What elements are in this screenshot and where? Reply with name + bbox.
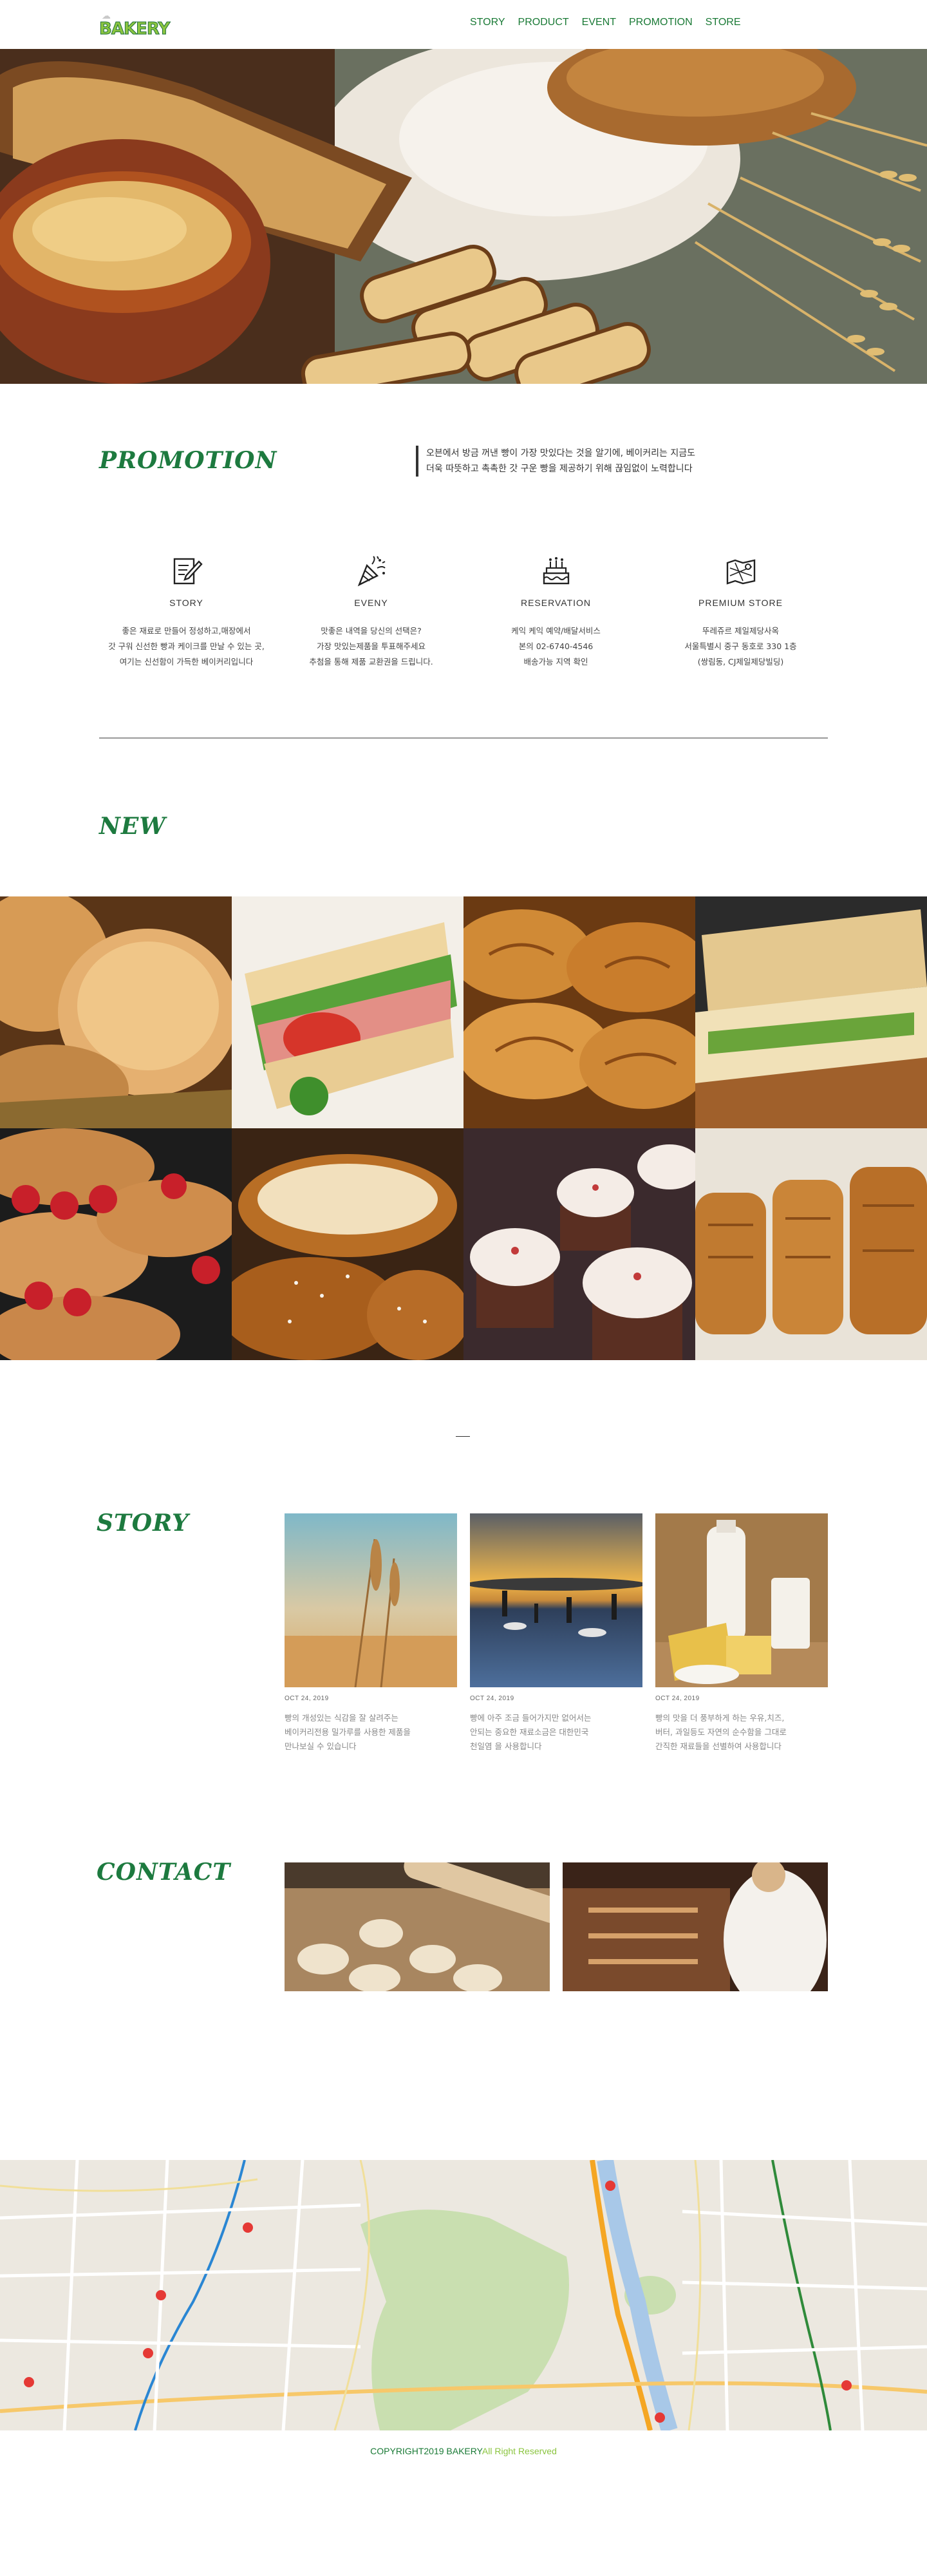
nav-store[interactable]: STORE: [706, 17, 741, 28]
panini-image[interactable]: [695, 896, 927, 1128]
logo-text: BAKERY: [98, 19, 170, 39]
birthday-cake-icon: [543, 557, 569, 585]
feature-reservation[interactable]: RESERVATION 케익 케익 예약/배달서비스 본의 02-6740-45…: [464, 554, 648, 670]
store-map-icon: [726, 559, 755, 585]
feature-text: 좋은 재료로 만들어 정성하고,매장에서 갓 구워 신선한 빵과 케이크를 만날…: [108, 626, 265, 667]
new-title: NEW: [99, 813, 166, 840]
party-popper-icon: [357, 556, 386, 587]
salt-field-image: [470, 1513, 642, 1687]
feature-title: RESERVATION: [520, 598, 592, 608]
story-text: 빵의 맛을 더 풍부하게 하는 우유,치즈, 버터, 과일등도 자연의 순수함을…: [655, 1713, 787, 1751]
main-nav: STORY PRODUCT EVENT PROMOTION STORE: [470, 17, 741, 28]
new-product-gallery: [0, 896, 927, 1360]
site-header: ☁ BAKERY STORY PRODUCT EVENT PROMOTION S…: [0, 0, 927, 49]
section-divider: [99, 737, 828, 739]
croissants-image[interactable]: [464, 896, 695, 1128]
dairy-image: [655, 1513, 828, 1687]
story-card[interactable]: OCT 24, 2019 빵의 맛을 더 풍부하게 하는 우유,치즈, 버터, …: [655, 1513, 828, 1754]
strawberry-croissant-image[interactable]: [0, 1128, 232, 1360]
feature-premium-store[interactable]: PREMIUM STORE 뚜레쥬르 제일제당사옥 서울특별시 중구 동호로 3…: [648, 554, 833, 670]
baker-oven-image: [563, 1862, 828, 1991]
feature-story[interactable]: STORY 좋은 재료로 만들어 정성하고,매장에서 갓 구워 신선한 빵과 케…: [94, 554, 279, 670]
feature-title: EVENY: [354, 598, 388, 608]
section-dash-divider: [456, 1436, 470, 1437]
story-title: STORY: [97, 1510, 189, 1537]
story-card[interactable]: OCT 24, 2019 빵의 개성있는 식감을 잘 살려주는 베이커리전용 밀…: [285, 1513, 457, 1754]
loaf-bread-image[interactable]: [695, 1128, 927, 1360]
feature-title: STORY: [169, 598, 203, 608]
sandwich-image[interactable]: [232, 896, 464, 1128]
story-date: OCT 24, 2019: [655, 1695, 700, 1702]
store-location-map[interactable]: [0, 2160, 927, 2430]
note-pencil-icon: [173, 558, 203, 585]
cupcakes-image[interactable]: [464, 1128, 695, 1360]
pretzel-image[interactable]: [232, 1128, 464, 1360]
story-date: OCT 24, 2019: [285, 1695, 329, 1702]
dough-rolling-image: [285, 1862, 550, 1991]
story-text: 빵의 개성있는 식감을 잘 살려주는 베이커리전용 밀가루를 사용한 제품을 만…: [285, 1713, 411, 1751]
contact-images: [285, 1862, 828, 1991]
story-card-list: OCT 24, 2019 빵의 개성있는 식감을 잘 살려주는 베이커리전용 밀…: [285, 1513, 828, 1754]
nav-product[interactable]: PRODUCT: [518, 17, 569, 28]
wheat-image: [285, 1513, 457, 1687]
story-card[interactable]: OCT 24, 2019 빵에 아주 조금 들어가지만 없어서는 안되는 중요한…: [470, 1513, 642, 1754]
promotion-title: PROMOTION: [99, 447, 277, 474]
footer-rights: All Right Reserved: [482, 2446, 557, 2456]
footer-copyright: COPYRIGHT2019 BAKERY: [370, 2446, 482, 2456]
promotion-description-line: 오븐에서 방금 꺼낸 빵이 가장 맛있다는 것을 알기에, 베이커리는 지금도: [426, 448, 696, 459]
feature-title: PREMIUM STORE: [698, 598, 783, 608]
nav-story[interactable]: STORY: [470, 17, 505, 28]
nav-promotion[interactable]: PROMOTION: [629, 17, 693, 28]
story-date: OCT 24, 2019: [470, 1695, 514, 1702]
feature-text: 맛좋은 내역을 당신의 선택은? 가장 맛있는제품을 투표해주세요 추첨을 통해…: [309, 626, 433, 667]
feature-event[interactable]: EVENY 맛좋은 내역을 당신의 선택은? 가장 맛있는제품을 투표해주세요 …: [279, 554, 464, 670]
site-footer: COPYRIGHT2019 BAKERYAll Right Reserved: [0, 2446, 927, 2456]
bakery-logo[interactable]: ☁ BAKERY: [98, 10, 170, 39]
nav-event[interactable]: EVENT: [582, 17, 616, 28]
feature-text: 케익 케익 예약/배달서비스 본의 02-6740-4546 배송가능 지역 확…: [511, 626, 601, 667]
bread-rolls-image[interactable]: [0, 896, 232, 1128]
promotion-description-line: 더욱 따뜻하고 촉촉한 갓 구운 빵을 제공하기 위해 끊임없이 노력합니다: [426, 464, 693, 474]
story-text: 빵에 아주 조금 들어가지만 없어서는 안되는 중요한 재료소금은 대한민국 천…: [470, 1713, 592, 1751]
feature-text: 뚜레쥬르 제일제당사옥 서울특별시 중구 동호로 330 1층 (쌍림동, CJ…: [684, 626, 797, 667]
promotion-description: 오븐에서 방금 꺼낸 빵이 가장 맛있다는 것을 알기에, 베이커리는 지금도 …: [416, 446, 776, 477]
hero-bread-image: [0, 49, 927, 384]
contact-title: CONTACT: [97, 1859, 231, 1886]
feature-list: STORY 좋은 재료로 만들어 정성하고,매장에서 갓 구워 신선한 빵과 케…: [94, 554, 833, 670]
